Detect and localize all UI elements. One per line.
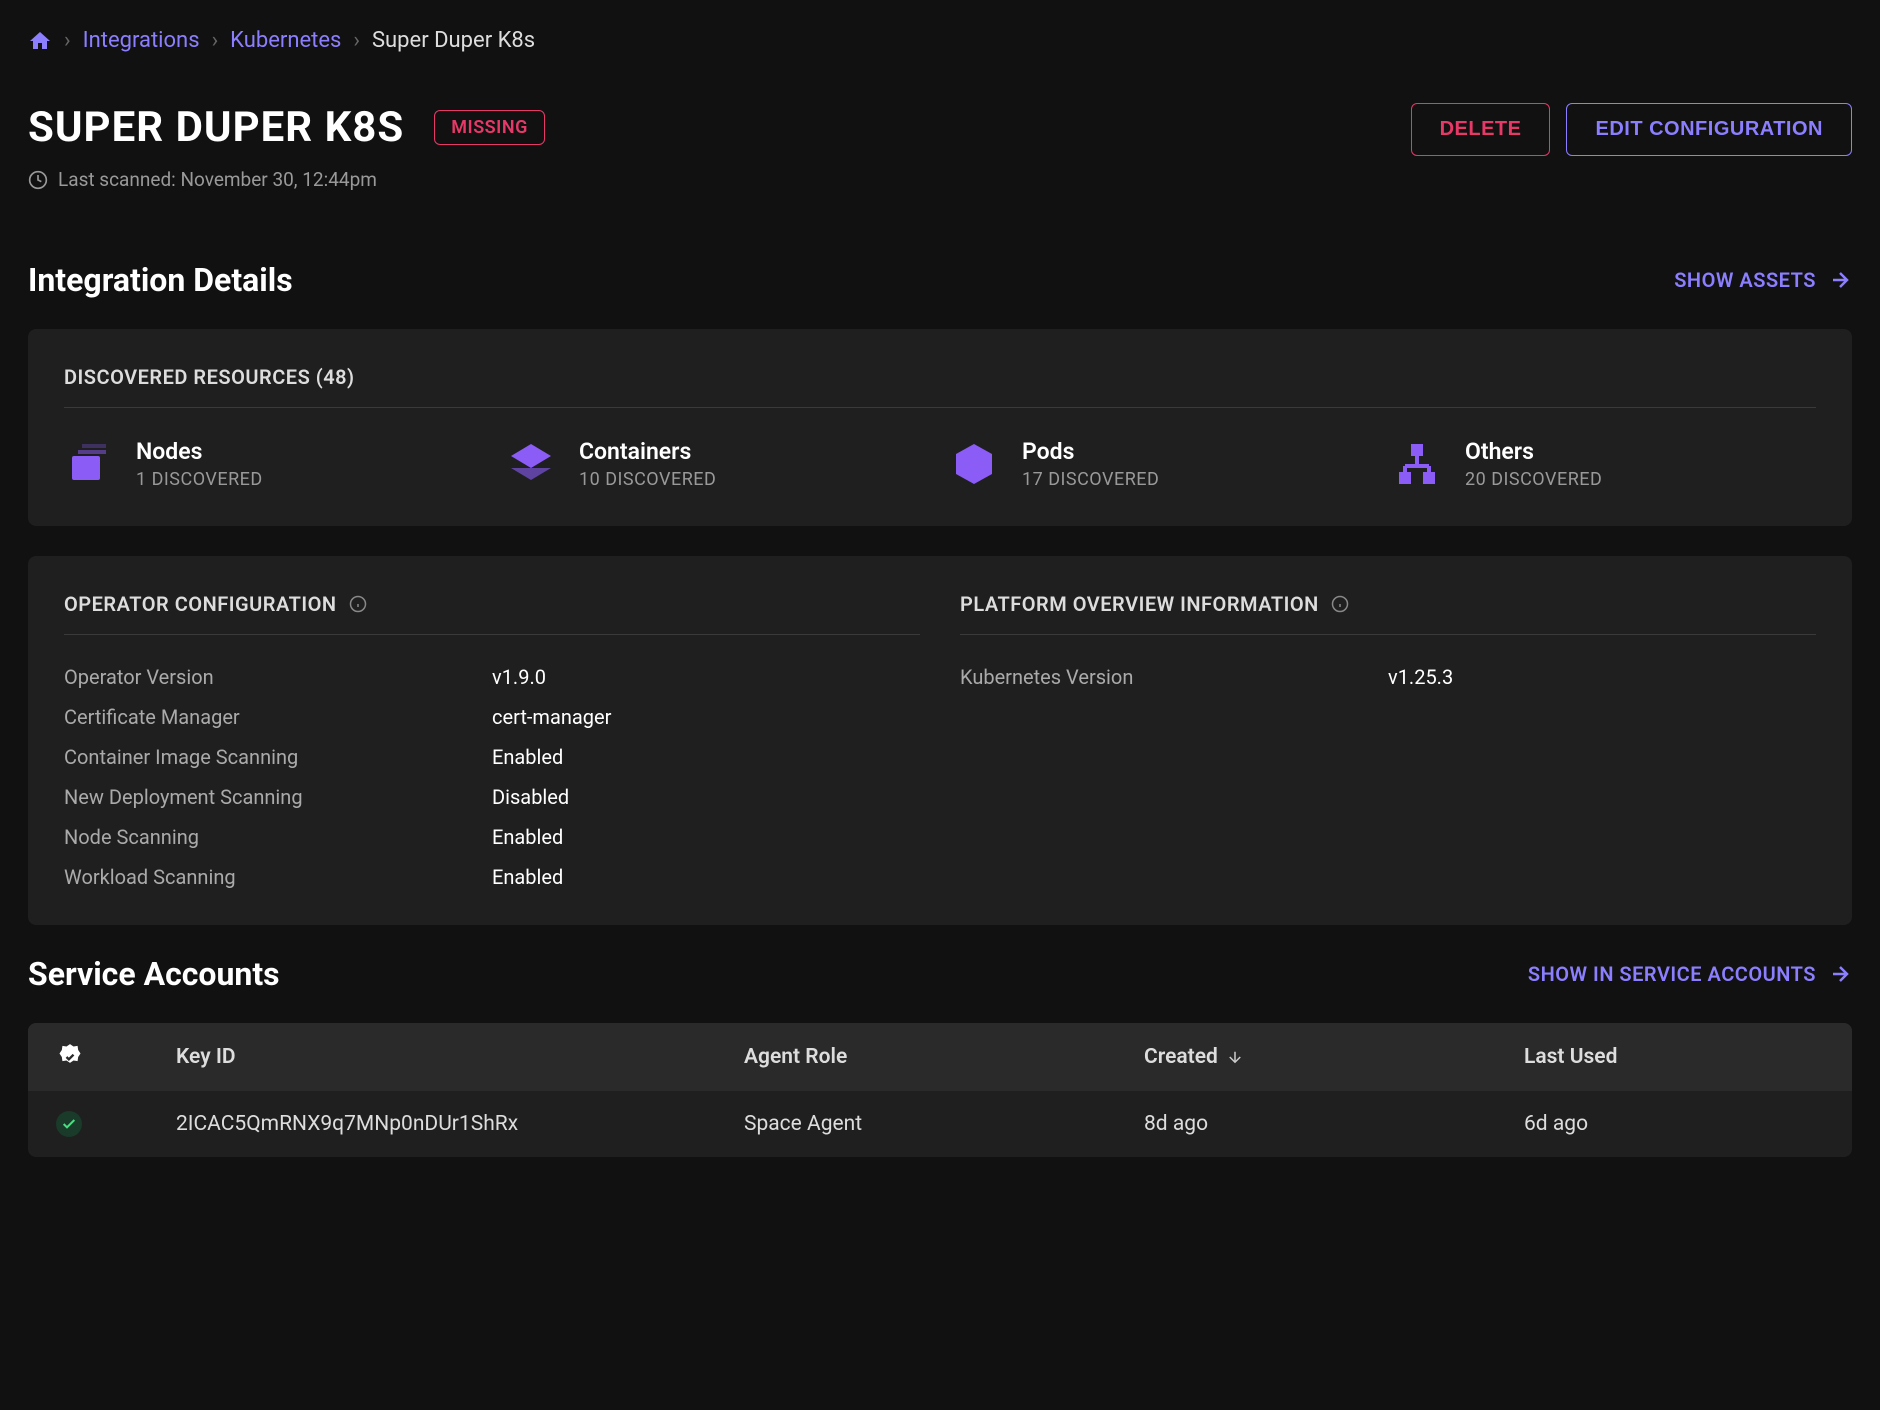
cell-last-used: 6d ago [1524, 1112, 1824, 1136]
config-row: Workload ScanningEnabled [64, 865, 920, 889]
config-row: Container Image ScanningEnabled [64, 745, 920, 769]
config-key: Certificate Manager [64, 705, 492, 729]
arrow-right-icon [1828, 962, 1852, 986]
status-badge: MISSING [434, 110, 545, 145]
cell-agent-role: Space Agent [744, 1112, 1144, 1136]
divider [64, 407, 1816, 408]
table-header: Key ID Agent Role Created Last Used [28, 1023, 1852, 1091]
cell-created: 8d ago [1144, 1112, 1524, 1136]
breadcrumb-separator: › [212, 28, 219, 53]
config-row: Kubernetes Versionv1.25.3 [960, 665, 1816, 689]
resource-pods[interactable]: Pods 17 DISCOVERED [950, 438, 1373, 490]
discovered-resources-card: DISCOVERED RESOURCES (48) Nodes 1 DISCOV… [28, 329, 1852, 526]
show-in-service-accounts-link[interactable]: SHOW IN SERVICE ACCOUNTS [1528, 962, 1852, 986]
arrow-right-icon [1828, 268, 1852, 292]
breadcrumb-separator: › [353, 28, 360, 53]
breadcrumb-separator: › [64, 28, 71, 53]
resource-name: Others [1465, 438, 1602, 465]
config-key: Workload Scanning [64, 865, 492, 889]
config-row: New Deployment ScanningDisabled [64, 785, 920, 809]
pods-icon [950, 440, 998, 488]
configuration-card: OPERATOR CONFIGURATION Operator Versionv… [28, 556, 1852, 925]
breadcrumb: › Integrations › Kubernetes › Super Dupe… [28, 28, 1852, 53]
config-row: Node ScanningEnabled [64, 825, 920, 849]
resource-count: 1 DISCOVERED [136, 469, 263, 490]
service-accounts-heading: Service Accounts [28, 955, 280, 993]
home-icon[interactable] [28, 29, 52, 53]
discovered-resources-title: DISCOVERED RESOURCES (48) [64, 365, 1816, 389]
service-accounts-table: Key ID Agent Role Created Last Used 2ICA… [28, 1023, 1852, 1157]
cell-key-id: 2ICAC5QmRNX9q7MNp0nDUr1ShRx [176, 1112, 744, 1136]
divider [960, 634, 1816, 635]
config-value: Enabled [492, 865, 563, 889]
column-created[interactable]: Created [1144, 1045, 1524, 1069]
others-icon [1393, 440, 1441, 488]
delete-button[interactable]: DELETE [1411, 103, 1551, 156]
last-scanned-text: Last scanned: November 30, 12:44pm [58, 168, 377, 191]
resource-name: Pods [1022, 438, 1159, 465]
column-key-id[interactable]: Key ID [176, 1045, 744, 1069]
config-key: Operator Version [64, 665, 492, 689]
breadcrumb-kubernetes[interactable]: Kubernetes [230, 28, 341, 53]
clock-icon [28, 170, 48, 190]
resource-containers[interactable]: Containers 10 DISCOVERED [507, 438, 930, 490]
divider [64, 634, 920, 635]
config-key: Container Image Scanning [64, 745, 492, 769]
config-value: v1.25.3 [1388, 665, 1453, 689]
sort-desc-icon [1226, 1048, 1244, 1066]
nodes-icon [64, 440, 112, 488]
config-value: cert-manager [492, 705, 611, 729]
resource-name: Containers [579, 438, 716, 465]
resource-others[interactable]: Others 20 DISCOVERED [1393, 438, 1816, 490]
breadcrumb-integrations[interactable]: Integrations [83, 28, 200, 53]
resource-name: Nodes [136, 438, 263, 465]
show-assets-link[interactable]: SHOW ASSETS [1674, 268, 1852, 292]
verified-icon [56, 1043, 84, 1071]
table-row[interactable]: 2ICAC5QmRNX9q7MNp0nDUr1ShRx Space Agent … [28, 1091, 1852, 1157]
column-agent-role[interactable]: Agent Role [744, 1045, 1144, 1069]
config-value: Disabled [492, 785, 569, 809]
config-value: Enabled [492, 825, 563, 849]
operator-config-title: OPERATOR CONFIGURATION [64, 592, 337, 616]
page-title: SUPER DUPER K8S [28, 103, 404, 152]
config-row: Operator Versionv1.9.0 [64, 665, 920, 689]
config-value: Enabled [492, 745, 563, 769]
edit-configuration-button[interactable]: EDIT CONFIGURATION [1566, 103, 1852, 156]
breadcrumb-current: Super Duper K8s [372, 28, 535, 53]
config-value: v1.9.0 [492, 665, 546, 689]
resource-nodes[interactable]: Nodes 1 DISCOVERED [64, 438, 487, 490]
platform-info-title: PLATFORM OVERVIEW INFORMATION [960, 592, 1319, 616]
info-icon[interactable] [1331, 595, 1349, 613]
config-key: New Deployment Scanning [64, 785, 492, 809]
config-row: Certificate Managercert-manager [64, 705, 920, 729]
resource-count: 20 DISCOVERED [1465, 469, 1602, 490]
status-check-icon [56, 1111, 82, 1137]
resource-count: 10 DISCOVERED [579, 469, 716, 490]
containers-icon [507, 440, 555, 488]
column-last-used[interactable]: Last Used [1524, 1045, 1824, 1069]
resource-count: 17 DISCOVERED [1022, 469, 1159, 490]
config-key: Node Scanning [64, 825, 492, 849]
config-key: Kubernetes Version [960, 665, 1388, 689]
info-icon[interactable] [349, 595, 367, 613]
integration-details-heading: Integration Details [28, 261, 293, 299]
